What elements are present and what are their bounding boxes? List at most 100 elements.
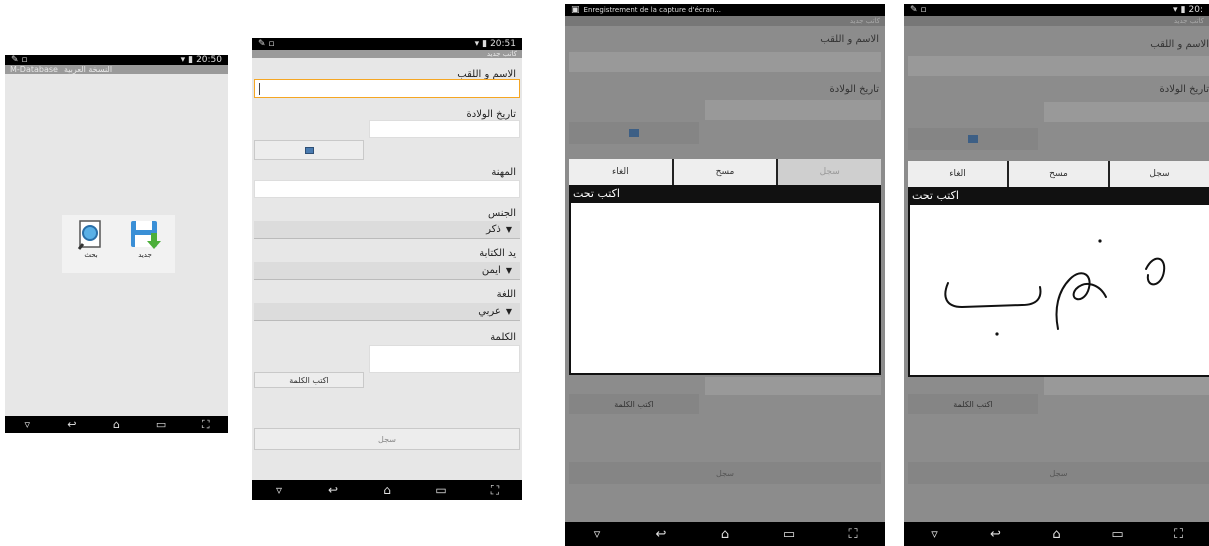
save-button[interactable]: سجل [254, 428, 520, 450]
handwriting-dialog: الغاء مسح سجل اكتب تحت [908, 161, 1209, 377]
write-word-button[interactable]: اكتب الكلمة [254, 372, 364, 388]
birth-label: تاريخ الولادة [829, 84, 879, 95]
save-button[interactable]: سجل [778, 159, 882, 185]
phone-home-screen: ✎ ▫ ▾ ▮ 20:50 M-Database النسخة العربية بح… [5, 55, 228, 433]
header-bar: كاتب جديد [565, 16, 885, 26]
drawing-canvas[interactable] [571, 203, 879, 373]
search-document-icon [77, 220, 101, 250]
save-button[interactable]: سجل [1110, 161, 1209, 187]
home-icon[interactable]: ⌂ [711, 527, 739, 542]
status-icons-left: ✎ ▫ [258, 39, 275, 49]
name-input[interactable] [569, 52, 881, 72]
nav-bar: ▿ ↩ ⌂ ▭ ⛶ [565, 522, 885, 546]
status-icons-left: ✎ ▫ [910, 5, 927, 15]
screenshot-icon[interactable]: ⛶ [481, 483, 509, 498]
gender-value: ذكر [486, 224, 501, 235]
date-picker-button[interactable] [908, 128, 1038, 150]
job-input[interactable] [254, 180, 520, 198]
home-icon[interactable]: ⌂ [102, 418, 130, 431]
lang-label: اللغة [496, 289, 516, 300]
hand-select[interactable]: ▼ ايمن [254, 262, 520, 280]
calendar-icon [629, 129, 639, 137]
screenshot-icon[interactable]: ⛶ [1165, 527, 1193, 542]
name-label: الاسم و اللقب [1150, 39, 1209, 50]
phone-handwriting-dialog-empty: ▣ Enregistrement de la capture d'écran..… [565, 4, 885, 546]
phone-new-writer-form: ✎ ▫ ▾ ▮ 20:51 كاتب جديد الاسم و اللقب تاري… [252, 38, 522, 500]
gender-select[interactable]: ▼ ذكر [254, 221, 520, 239]
calendar-icon [304, 146, 314, 154]
text-cursor [259, 83, 260, 95]
clear-button[interactable]: مسح [1009, 161, 1108, 187]
screenshot-icon[interactable]: ⛶ [192, 418, 220, 432]
word-label: الكلمة [490, 332, 516, 343]
screenshot-icon[interactable]: ⛶ [839, 527, 867, 542]
job-label: المهنة [491, 167, 516, 178]
tile-search[interactable]: بحث [66, 219, 116, 259]
birth-label: تاريخ الولادة [1159, 84, 1209, 95]
name-label: الاسم و اللقب [820, 34, 879, 45]
tile-search-label: بحث [84, 251, 98, 259]
name-input[interactable] [254, 79, 520, 98]
status-bar: ✎ ▫ ▾ ▮ 20:50 [5, 55, 228, 65]
header-title: كاتب جديد [1173, 17, 1204, 25]
save-button[interactable]: سجل [908, 462, 1209, 484]
status-icons-left: ✎ ▫ [11, 55, 28, 65]
date-picker-button[interactable] [254, 140, 364, 160]
back-icon[interactable]: ↩ [982, 527, 1010, 542]
header-bar: كاتب جديد [904, 16, 1209, 26]
app-title: M-Database [10, 65, 58, 74]
app-subtitle: النسخة العربية [63, 65, 113, 74]
recents-icon[interactable]: ▭ [775, 527, 803, 542]
birth-label: تاريخ الولادة [466, 109, 516, 120]
word-field[interactable] [1044, 377, 1209, 395]
tile-new[interactable]: جديد [120, 219, 170, 259]
tile-new-label: جديد [138, 251, 152, 259]
birth-date-field[interactable] [705, 100, 881, 120]
cancel-button[interactable]: الغاء [908, 161, 1007, 187]
write-word-button[interactable]: اكتب الكلمة [908, 394, 1038, 414]
home-icon[interactable]: ⌂ [1043, 527, 1071, 542]
status-time: 20:50 [196, 55, 222, 65]
wifi-icon: ▾ [180, 55, 186, 65]
birth-date-field[interactable] [369, 120, 520, 138]
calendar-icon [968, 135, 978, 143]
chevron-down-icon: ▼ [505, 225, 512, 234]
hide-keyboard-icon[interactable]: ▿ [13, 418, 41, 431]
recents-icon[interactable]: ▭ [1104, 527, 1132, 542]
lang-select[interactable]: ▼ عربي [254, 303, 520, 321]
write-word-button[interactable]: اكتب الكلمة [569, 394, 699, 414]
back-icon[interactable]: ↩ [647, 527, 675, 542]
nav-bar: ▿ ↩ ⌂ ▭ ⛶ [904, 522, 1209, 546]
battery-icon: ▮ [482, 39, 488, 49]
header-bar: كاتب جديد [252, 50, 522, 58]
drawing-canvas[interactable] [910, 205, 1209, 375]
recents-icon[interactable]: ▭ [147, 418, 175, 431]
header-title: كاتب جديد [849, 17, 880, 25]
save-disk-icon [131, 221, 161, 249]
date-picker-button[interactable] [569, 122, 699, 144]
clear-button[interactable]: مسح [673, 159, 777, 185]
hide-keyboard-icon[interactable]: ▿ [583, 527, 611, 542]
status-bar: ✎ ▫ ▾ ▮ 20:51 [252, 38, 522, 50]
wifi-icon: ▾ [1173, 5, 1178, 15]
handwriting-dialog: الغاء مسح سجل اكتب تحت [569, 159, 882, 375]
cancel-button[interactable]: الغاء [569, 159, 672, 185]
hide-keyboard-icon[interactable]: ▿ [265, 483, 293, 497]
recents-icon[interactable]: ▭ [427, 483, 455, 497]
battery-icon: ▮ [1180, 5, 1186, 15]
dialog-button-row: الغاء مسح سجل [569, 159, 882, 185]
app-title-bar: M-Database النسخة العربية [5, 65, 228, 74]
save-button[interactable]: سجل [569, 462, 881, 484]
name-input[interactable] [908, 56, 1209, 76]
hide-keyboard-icon[interactable]: ▿ [921, 527, 949, 542]
home-icon[interactable]: ⌂ [373, 483, 401, 497]
word-field[interactable] [369, 345, 520, 373]
back-icon[interactable]: ↩ [319, 483, 347, 497]
hand-value: ايمن [481, 265, 501, 276]
word-field[interactable] [705, 377, 881, 395]
gender-label: الجنس [487, 208, 516, 219]
back-icon[interactable]: ↩ [58, 418, 86, 431]
birth-date-field[interactable] [1044, 102, 1209, 122]
handwriting-stroke [944, 239, 1166, 336]
chevron-down-icon: ▼ [505, 307, 512, 316]
